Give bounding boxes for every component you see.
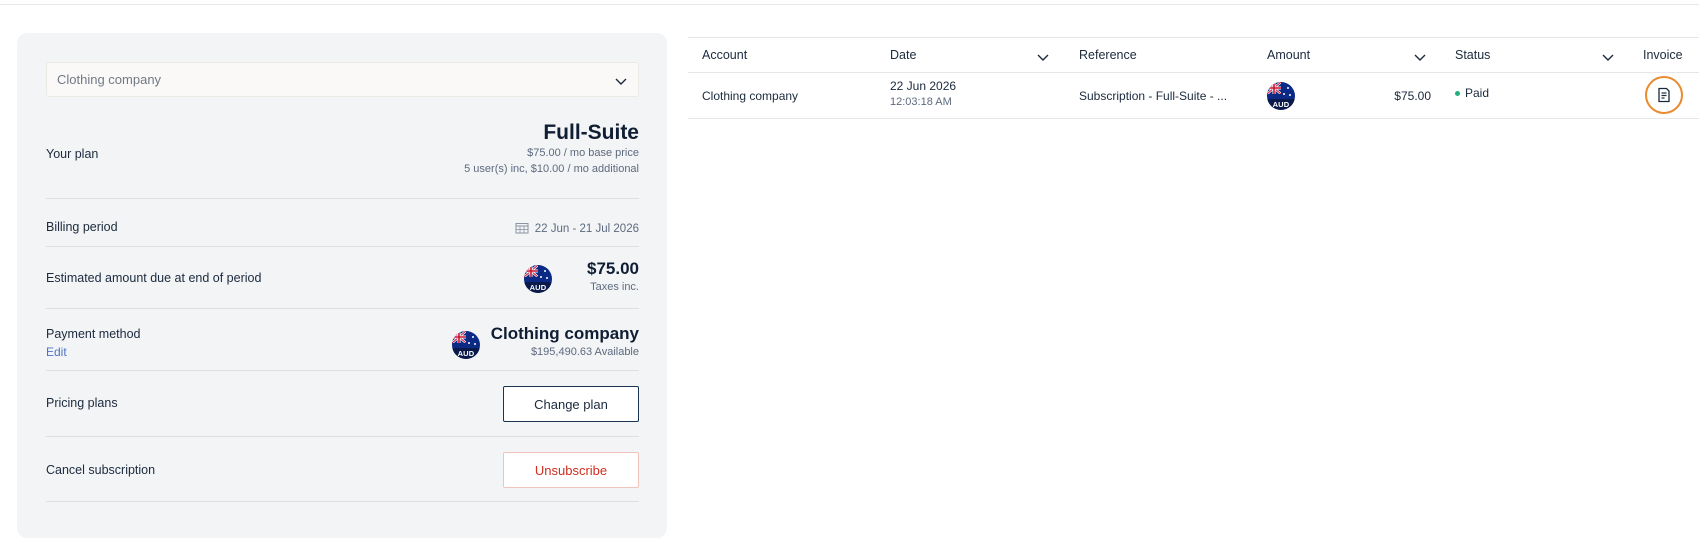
column-header-invoice: Invoice [1643,48,1683,62]
aud-currency-label: AUD [452,348,480,359]
table-row[interactable]: Clothing company 22 Jun 2026 12:03:18 AM… [688,73,1699,119]
estimated-amount-wrap: $75.00 Taxes inc. [587,259,639,295]
status-badge: Paid [1455,86,1489,100]
row-time: 12:03:18 AM [890,96,952,108]
aud-flag-icon: AUD [1267,82,1295,110]
estimated-row: Estimated amount due at end of period AU… [46,247,639,309]
column-header-amount: Amount [1267,48,1311,62]
row-reference: Subscription - Full-Suite - ... [1079,89,1228,103]
payment-method-details: Clothing company $195,490.63 Available [491,324,639,360]
plan-label: Your plan [46,147,99,161]
chevron-down-icon[interactable] [1601,50,1615,64]
plan-base-price: $75.00 / mo base price [527,147,639,159]
pricing-plans-label: Pricing plans [46,396,118,410]
calendar-icon [515,222,529,234]
chevron-down-icon [615,78,627,85]
payment-method-row: Payment method Edit AUD Clothing company… [46,309,639,371]
unsubscribe-button[interactable]: Unsubscribe [503,452,639,488]
column-header-account: Account [702,48,748,62]
payment-method-available: $195,490.63 Available [530,346,639,358]
estimated-label: Estimated amount due at end of period [46,271,262,285]
payment-edit-link[interactable]: Edit [46,345,67,359]
aud-currency-label: AUD [524,282,552,293]
row-account: Clothing company [702,89,799,103]
aud-flag-icon: AUD [452,331,480,359]
plan-details: Full-Suite $75.00 / mo base price 5 user… [464,121,639,177]
top-divider [0,4,1699,5]
plan-users-info: 5 user(s) inc, $10.00 / mo additional [464,163,639,175]
estimated-note: Taxes inc. [590,281,639,293]
plan-name: Full-Suite [543,121,639,144]
cancel-subscription-row: Cancel subscription Unsubscribe [46,437,639,502]
payment-method-label: Payment method [46,327,141,341]
payment-method-name: Clothing company [490,324,639,343]
billing-period-value-wrap: 22 Jun - 21 Jul 2026 [515,219,639,237]
billing-period-value: 22 Jun - 21 Jul 2026 [534,223,639,235]
chevron-down-icon[interactable] [1413,50,1427,64]
row-status: Paid [1465,86,1490,100]
billing-period-label: Billing period [46,220,118,234]
aud-currency-label: AUD [1267,99,1295,110]
column-header-date: Date [890,48,917,62]
row-date: 22 Jun 2026 [890,79,957,93]
invoice-button[interactable] [1645,76,1683,114]
account-select[interactable]: Clothing company [46,62,639,97]
column-header-reference: Reference [1079,48,1137,62]
account-select-value: Clothing company [57,72,162,87]
estimated-amount: $75.00 [587,259,639,278]
billing-period-row: Billing period 22 Jun - 21 Jul 2026 [46,199,639,247]
pricing-plans-row: Pricing plans Change plan [46,371,639,437]
row-amount: $75.00 [1394,89,1431,103]
aud-flag-icon: AUD [524,265,552,293]
invoice-document-icon [1658,87,1670,103]
plan-row: Your plan Full-Suite $75.00 / mo base pr… [46,117,639,199]
column-header-status: Status [1455,48,1491,62]
billing-panel: Clothing company Your plan Full-Suite $7… [17,33,667,538]
chevron-down-icon[interactable] [1036,50,1050,64]
change-plan-button[interactable]: Change plan [503,386,639,422]
table-header: Account Date Reference Amount Status Inv… [688,37,1699,73]
cancel-subscription-label: Cancel subscription [46,463,156,477]
status-dot-icon [1455,91,1460,97]
